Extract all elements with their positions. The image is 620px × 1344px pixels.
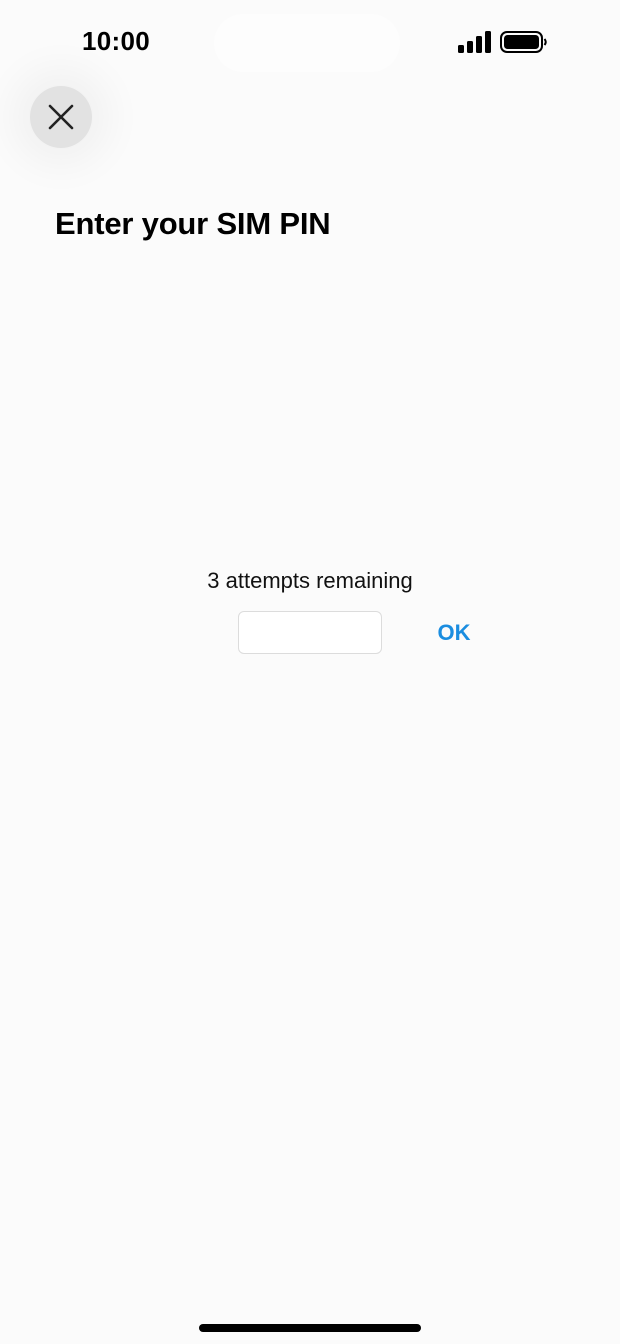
sim-pin-input[interactable]: [238, 611, 382, 654]
cellular-signal-icon: [458, 31, 491, 53]
attempts-remaining-text: 3 attempts remaining: [207, 568, 413, 593]
ok-button[interactable]: OK: [422, 614, 486, 652]
status-bar: 10:00: [0, 0, 620, 90]
home-indicator[interactable]: [199, 1324, 421, 1332]
battery-full-icon: [500, 31, 547, 53]
close-icon: [48, 104, 74, 130]
page-title: Enter your SIM PIN: [55, 206, 331, 241]
close-button[interactable]: [30, 86, 92, 148]
status-time: 10:00: [82, 26, 150, 56]
dynamic-island: [214, 14, 400, 72]
